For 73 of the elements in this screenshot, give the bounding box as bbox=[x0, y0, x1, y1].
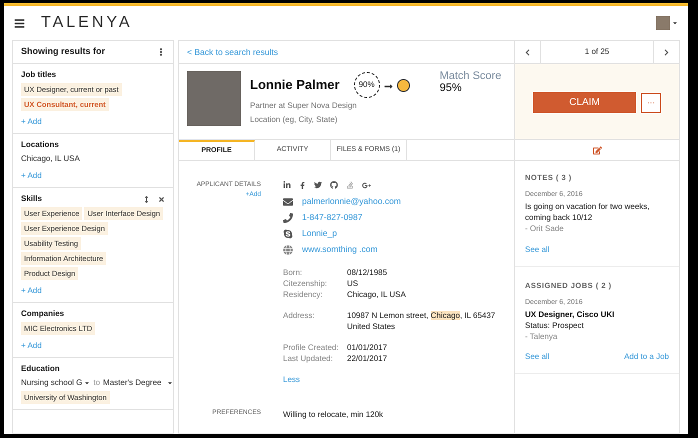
linkedin-icon[interactable] bbox=[283, 181, 291, 189]
section-title: Education bbox=[21, 363, 60, 375]
github-icon[interactable] bbox=[330, 181, 338, 189]
dropdown[interactable]: Nursing school G bbox=[21, 377, 90, 389]
detail-value: US bbox=[347, 278, 358, 289]
menu-icon[interactable] bbox=[14, 18, 25, 28]
google-plus-icon[interactable] bbox=[362, 180, 371, 190]
caret-icon[interactable] bbox=[672, 20, 678, 26]
preferences-text: Willing to relocate, min 120k bbox=[283, 410, 384, 420]
note-text: Is going on vacation for two weeks, coming back 10/12 bbox=[525, 200, 651, 223]
caret-icon bbox=[167, 380, 173, 386]
detail-label: Profile Created: bbox=[283, 342, 340, 353]
section-title: Locations bbox=[21, 139, 59, 151]
add-link[interactable]: + Add bbox=[21, 170, 42, 182]
detail-value: 10987 N Lemon street, Chicago, IL 65437 bbox=[347, 310, 496, 321]
filter-value: Chicago, IL USA bbox=[21, 153, 81, 165]
detail-label: Residency: bbox=[283, 289, 324, 300]
detail-value: 08/12/1985 bbox=[347, 267, 388, 278]
panel-title: Showing results for bbox=[21, 45, 106, 58]
chevron-left-icon bbox=[524, 48, 531, 56]
detail-label: Born: bbox=[283, 267, 304, 278]
candidate-name: Lonnie Palmer bbox=[250, 76, 340, 94]
more-icon[interactable] bbox=[157, 48, 165, 56]
note-author: - Orit Sade bbox=[525, 222, 565, 235]
social-icon[interactable] bbox=[346, 181, 354, 189]
range-separator: to bbox=[93, 377, 100, 389]
arrow-icon bbox=[384, 82, 393, 91]
see-all-link[interactable]: See all bbox=[525, 350, 550, 362]
match-label: Match Score bbox=[440, 71, 502, 83]
photo-placeholder bbox=[187, 71, 241, 126]
job-status: Status: Prospect bbox=[525, 320, 585, 330]
pager-count: 1 of 25 bbox=[584, 46, 610, 58]
resize-icon[interactable] bbox=[143, 196, 150, 202]
add-link[interactable]: + Add bbox=[21, 116, 42, 128]
twitter-icon[interactable] bbox=[314, 181, 322, 189]
logo: TALENYA bbox=[41, 13, 133, 33]
less-link[interactable]: Less bbox=[283, 374, 300, 386]
skype-icon bbox=[283, 228, 293, 238]
add-to-job-link[interactable]: Add to a Job bbox=[624, 350, 669, 362]
phone-icon bbox=[283, 212, 293, 222]
job-author: - Talenya bbox=[525, 330, 558, 342]
chevron-right-icon bbox=[663, 48, 670, 56]
see-all-link[interactable]: See all bbox=[525, 244, 550, 256]
caret-icon bbox=[84, 380, 90, 386]
add-link[interactable]: + Add bbox=[21, 285, 42, 297]
candidate-location: Location (eg, City, State) bbox=[250, 114, 338, 126]
detail-value: 22/01/2017 bbox=[347, 353, 388, 364]
detail-label: Address: bbox=[283, 310, 316, 322]
facebook-icon[interactable] bbox=[299, 182, 306, 188]
candidate-title: Partner at Super Nova Design bbox=[250, 100, 358, 112]
section-title: Skills bbox=[21, 193, 42, 205]
dropdown[interactable]: Master's Degree bbox=[103, 377, 173, 389]
detail-label: Citezenship: bbox=[283, 278, 328, 289]
contact-link[interactable]: Lonnie_p bbox=[302, 227, 337, 240]
match-value: 95% bbox=[440, 82, 463, 94]
contact-link[interactable]: palmerlonnie@yahoo.com bbox=[302, 195, 401, 208]
detail-value: 01/01/2017 bbox=[347, 342, 388, 353]
detail-value: Chicago, IL USA bbox=[347, 289, 406, 300]
detail-label: Last Updated: bbox=[283, 353, 334, 364]
back-link[interactable]: < Back to search results bbox=[187, 46, 278, 58]
more-button[interactable]: ··· bbox=[641, 92, 661, 112]
close-icon[interactable] bbox=[158, 196, 165, 202]
claim-button[interactable]: CLAIM bbox=[533, 92, 636, 113]
add-link[interactable]: + Add bbox=[21, 340, 42, 352]
contact-link[interactable]: www.somthing .com bbox=[302, 243, 378, 256]
edit-icon[interactable] bbox=[592, 146, 602, 154]
detail-value: United States bbox=[347, 321, 396, 332]
section-title: Companies bbox=[21, 308, 64, 320]
globe-icon bbox=[283, 244, 293, 254]
section-title: Job titles bbox=[21, 69, 56, 81]
contact-link[interactable]: 1-847-827-0987 bbox=[302, 211, 362, 224]
envelope-icon bbox=[283, 196, 293, 206]
job-title: UX Designer, Cisco UKI bbox=[525, 308, 616, 320]
